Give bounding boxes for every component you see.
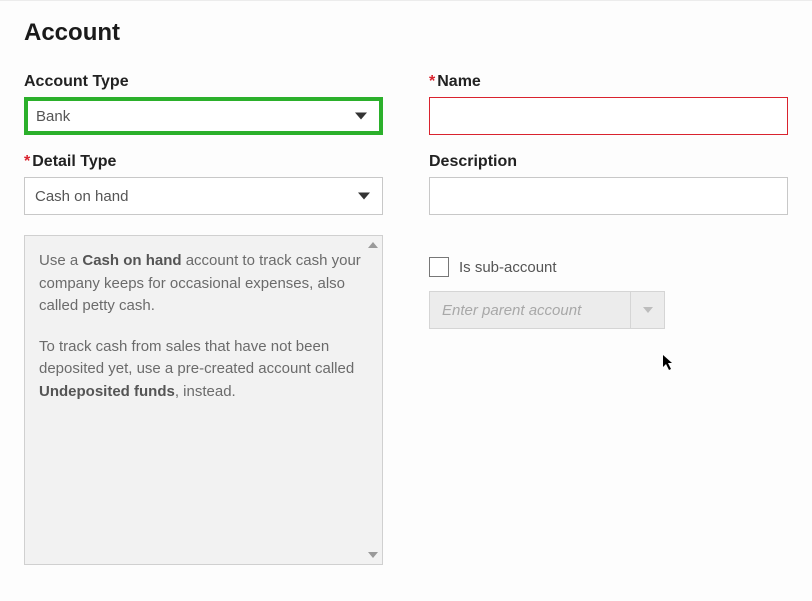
- description-label: Description: [429, 153, 788, 171]
- name-label: *Name: [429, 73, 788, 91]
- parent-account-dropdown-button: [630, 292, 664, 328]
- description-input[interactable]: [429, 177, 788, 215]
- is-sub-account-label: Is sub-account: [459, 259, 557, 276]
- account-type-select[interactable]: Bank: [24, 97, 383, 135]
- account-type-label: Account Type: [24, 73, 383, 91]
- required-marker: *: [24, 153, 30, 170]
- chevron-down-icon: [355, 113, 367, 120]
- page-title: Account: [24, 19, 788, 47]
- chevron-down-icon: [358, 193, 370, 200]
- scroll-up-icon[interactable]: [368, 242, 378, 248]
- parent-account-select: Enter parent account: [429, 291, 665, 329]
- required-marker: *: [429, 73, 435, 90]
- detail-type-description: Use a Cash on hand account to track cash…: [24, 235, 383, 565]
- scroll-down-icon[interactable]: [368, 552, 378, 558]
- is-sub-account-checkbox[interactable]: [429, 257, 449, 277]
- parent-account-placeholder: Enter parent account: [442, 302, 581, 319]
- account-type-value: Bank: [36, 108, 70, 125]
- chevron-down-icon: [643, 307, 653, 313]
- detail-type-label: *Detail Type: [24, 153, 383, 171]
- detail-type-select[interactable]: Cash on hand: [24, 177, 383, 215]
- name-input[interactable]: [429, 97, 788, 135]
- detail-type-value: Cash on hand: [35, 188, 128, 205]
